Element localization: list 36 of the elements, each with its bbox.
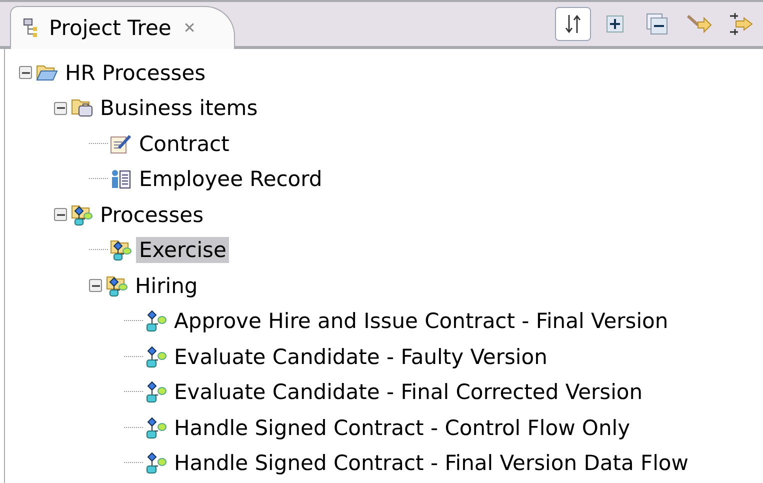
tree-item[interactable]: Hiring (132, 272, 201, 299)
process-icon (145, 452, 167, 474)
process-icon (145, 381, 167, 404)
collapse-toggle[interactable] (54, 102, 67, 115)
link-editor-icon (686, 14, 712, 34)
tree-item[interactable]: HR Processes (62, 60, 209, 86)
tree-item[interactable]: Evaluate Candidate - Faulty Version (171, 344, 550, 370)
toolbar-button[interactable] (555, 7, 591, 41)
tree-item[interactable]: Handle Signed Contract - Final Version Data Flow (171, 450, 692, 476)
person-record-icon (110, 169, 132, 190)
expand-all-icon (606, 15, 624, 33)
tree-item[interactable]: Approve Hire and Issue Contract - Final Version (171, 308, 672, 334)
process-folder-icon (71, 204, 93, 226)
tree-item[interactable]: Processes (97, 202, 207, 228)
tree-item[interactable]: Evaluate Candidate - Final Corrected Version (171, 379, 646, 406)
tree-item[interactable]: Contract (136, 130, 232, 157)
open-folder-icon (36, 64, 58, 82)
process-icon (145, 310, 167, 332)
process-icon (145, 416, 167, 439)
collapse-toggle[interactable] (19, 66, 32, 80)
collapse-toggle[interactable] (89, 279, 102, 292)
briefcase-folder-icon (71, 98, 93, 118)
view-tab[interactable]: Project Tree ✕ (10, 6, 235, 49)
tree-item[interactable]: Business items (97, 95, 261, 122)
sort-icon (565, 13, 581, 35)
collapse-toggle[interactable] (54, 208, 67, 222)
process-folder-icon (106, 274, 128, 297)
tree-item[interactable]: Employee Record (136, 166, 326, 192)
tree-item[interactable]: Exercise (136, 237, 230, 264)
process-folder-icon (110, 239, 132, 262)
document-edit-icon (110, 134, 132, 154)
sync-icon (728, 12, 754, 36)
tree-item[interactable]: Handle Signed Contract - Control Flow Only (171, 414, 634, 441)
view-title: Project Tree (49, 16, 172, 40)
process-icon (145, 346, 167, 368)
collapse-all-icon (646, 13, 668, 35)
